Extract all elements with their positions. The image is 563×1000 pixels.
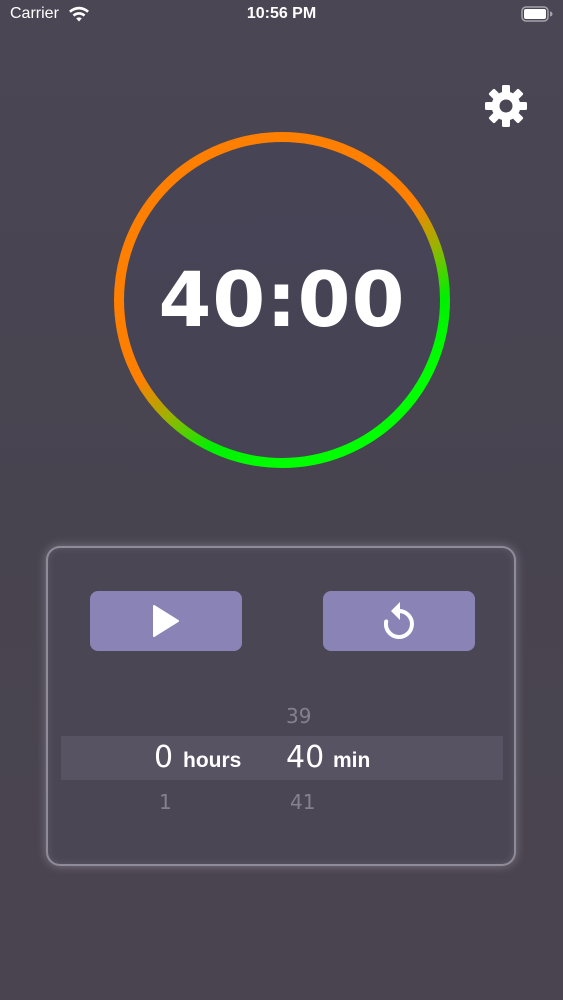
hours-selected-value[interactable]: 0	[154, 740, 173, 775]
hours-unit-label: hours	[183, 749, 242, 772]
hours-next-option[interactable]: 1	[159, 790, 172, 814]
reset-button[interactable]	[323, 591, 475, 651]
minutes-selected-value[interactable]: 40	[286, 740, 324, 775]
minutes-next-option[interactable]: 41	[290, 790, 315, 814]
status-bar: Carrier 10:56 PM	[0, 0, 563, 30]
reset-icon	[383, 602, 414, 639]
play-icon	[153, 605, 179, 637]
minutes-unit-label: min	[333, 749, 371, 772]
timer-ring: 40:00	[113, 131, 451, 469]
settings-button[interactable]	[484, 84, 528, 128]
minutes-prev-option[interactable]: 39	[286, 704, 311, 728]
play-button[interactable]	[90, 591, 242, 651]
picker-selection-band	[61, 736, 503, 780]
control-panel: 1 0 hours 39 40 min 41	[46, 546, 516, 866]
battery-icon	[521, 6, 553, 22]
countdown-display: 40:00	[158, 255, 406, 344]
gear-icon	[485, 85, 527, 127]
status-time: 10:56 PM	[246, 5, 317, 22]
